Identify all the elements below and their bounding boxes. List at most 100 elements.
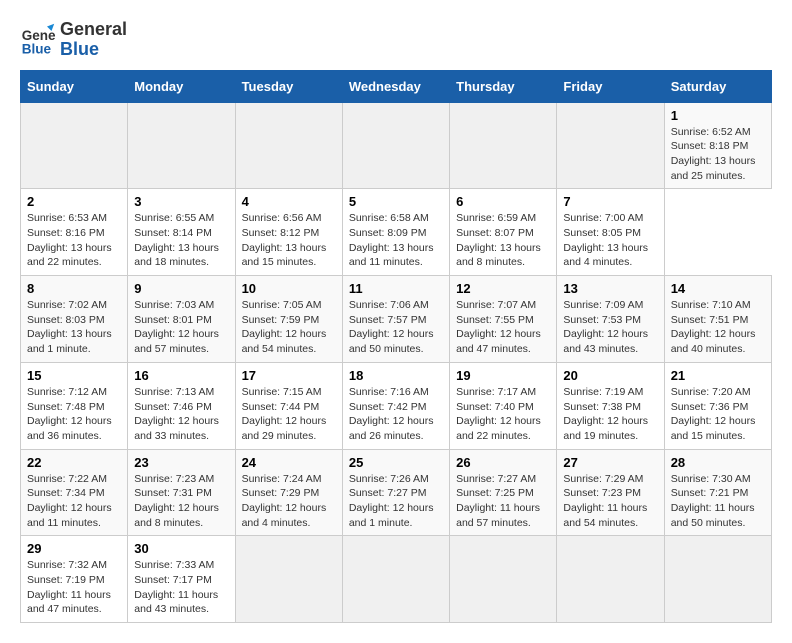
day-detail: Sunrise: 7:03 AMSunset: 8:01 PMDaylight:… — [134, 298, 228, 357]
day-number: 7 — [563, 194, 657, 209]
day-detail: Sunrise: 7:27 AMSunset: 7:25 PMDaylight:… — [456, 472, 550, 531]
day-number: 1 — [671, 108, 765, 123]
day-detail: Sunrise: 7:20 AMSunset: 7:36 PMDaylight:… — [671, 385, 765, 444]
empty-cell — [450, 102, 557, 189]
day-detail: Sunrise: 7:15 AMSunset: 7:44 PMDaylight:… — [242, 385, 336, 444]
header-thursday: Thursday — [450, 70, 557, 102]
day-cell-15: 15 Sunrise: 7:12 AMSunset: 7:48 PMDayligh… — [21, 362, 128, 449]
day-detail: Sunrise: 6:55 AMSunset: 8:14 PMDaylight:… — [134, 211, 228, 270]
day-detail: Sunrise: 7:22 AMSunset: 7:34 PMDaylight:… — [27, 472, 121, 531]
day-number: 24 — [242, 455, 336, 470]
day-number: 20 — [563, 368, 657, 383]
empty-cell — [557, 536, 664, 623]
day-cell-7: 7Sunrise: 7:00 AMSunset: 8:05 PMDaylight… — [557, 189, 664, 276]
day-detail: Sunrise: 7:26 AMSunset: 7:27 PMDaylight:… — [349, 472, 443, 531]
svg-text:Blue: Blue — [22, 41, 52, 56]
day-number: 2 — [27, 194, 121, 209]
header-monday: Monday — [128, 70, 235, 102]
day-cell-6: 6 Sunrise: 6:59 AMSunset: 8:07 PMDaylight… — [450, 189, 557, 276]
day-number: 18 — [349, 368, 443, 383]
calendar-week-6: 29 Sunrise: 7:32 AMSunset: 7:19 PMDayligh… — [21, 536, 772, 623]
day-cell-30: 30Sunrise: 7:33 AMSunset: 7:17 PMDayligh… — [128, 536, 235, 623]
day-detail: Sunrise: 7:07 AMSunset: 7:55 PMDaylight:… — [456, 298, 550, 357]
day-detail: Sunrise: 7:09 AMSunset: 7:53 PMDaylight:… — [563, 298, 657, 357]
day-number: 13 — [563, 281, 657, 296]
day-number: 4 — [242, 194, 336, 209]
day-number: 6 — [456, 194, 550, 209]
day-cell-22: 22 Sunrise: 7:22 AMSunset: 7:34 PMDayligh… — [21, 449, 128, 536]
calendar-body: 1 Sunrise: 6:52 AMSunset: 8:18 PMDaylight… — [21, 102, 772, 623]
day-detail: Sunrise: 6:56 AMSunset: 8:12 PMDaylight:… — [242, 211, 336, 270]
day-cell-10: 10 Sunrise: 7:05 AMSunset: 7:59 PMDayligh… — [235, 276, 342, 363]
day-cell-28: 28 Sunrise: 7:30 AMSunset: 7:21 PMDayligh… — [664, 449, 771, 536]
day-detail: Sunrise: 7:05 AMSunset: 7:59 PMDaylight:… — [242, 298, 336, 357]
day-cell-19: 19Sunrise: 7:17 AMSunset: 7:40 PMDayligh… — [450, 362, 557, 449]
day-cell-2: 2 Sunrise: 6:53 AMSunset: 8:16 PMDaylight… — [21, 189, 128, 276]
day-number: 10 — [242, 281, 336, 296]
header-wednesday: Wednesday — [342, 70, 449, 102]
logo-blue: Blue — [60, 40, 127, 60]
day-number: 27 — [563, 455, 657, 470]
day-number: 8 — [27, 281, 121, 296]
header-tuesday: Tuesday — [235, 70, 342, 102]
day-detail: Sunrise: 7:29 AMSunset: 7:23 PMDaylight:… — [563, 472, 657, 531]
day-cell-18: 18Sunrise: 7:16 AMSunset: 7:42 PMDayligh… — [342, 362, 449, 449]
day-cell-9: 9 Sunrise: 7:03 AMSunset: 8:01 PMDaylight… — [128, 276, 235, 363]
day-detail: Sunrise: 7:13 AMSunset: 7:46 PMDaylight:… — [134, 385, 228, 444]
logo-icon: General Blue — [20, 22, 56, 58]
calendar-week-5: 22 Sunrise: 7:22 AMSunset: 7:34 PMDayligh… — [21, 449, 772, 536]
day-cell-23: 23 Sunrise: 7:23 AMSunset: 7:31 PMDayligh… — [128, 449, 235, 536]
empty-cell — [557, 102, 664, 189]
day-number: 3 — [134, 194, 228, 209]
day-detail: Sunrise: 7:12 AMSunset: 7:48 PMDaylight:… — [27, 385, 121, 444]
day-cell-24: 24Sunrise: 7:24 AMSunset: 7:29 PMDayligh… — [235, 449, 342, 536]
day-cell-25: 25Sunrise: 7:26 AMSunset: 7:27 PMDayligh… — [342, 449, 449, 536]
day-cell-5: 5 Sunrise: 6:58 AMSunset: 8:09 PMDaylight… — [342, 189, 449, 276]
calendar-week-3: 8 Sunrise: 7:02 AMSunset: 8:03 PMDaylight… — [21, 276, 772, 363]
empty-cell — [342, 102, 449, 189]
logo-general: General — [60, 20, 127, 40]
day-number: 15 — [27, 368, 121, 383]
day-detail: Sunrise: 6:53 AMSunset: 8:16 PMDaylight:… — [27, 211, 121, 270]
day-cell-17: 17 Sunrise: 7:15 AMSunset: 7:44 PMDayligh… — [235, 362, 342, 449]
day-detail: Sunrise: 7:19 AMSunset: 7:38 PMDaylight:… — [563, 385, 657, 444]
header-saturday: Saturday — [664, 70, 771, 102]
day-number: 11 — [349, 281, 443, 296]
day-detail: Sunrise: 7:32 AMSunset: 7:19 PMDaylight:… — [27, 558, 121, 617]
empty-cell — [128, 102, 235, 189]
day-cell-1: 1 Sunrise: 6:52 AMSunset: 8:18 PMDaylight… — [664, 102, 771, 189]
calendar-header-row: SundayMondayTuesdayWednesdayThursdayFrid… — [21, 70, 772, 102]
day-detail: Sunrise: 6:59 AMSunset: 8:07 PMDaylight:… — [456, 211, 550, 270]
day-cell-11: 11 Sunrise: 7:06 AMSunset: 7:57 PMDayligh… — [342, 276, 449, 363]
day-number: 22 — [27, 455, 121, 470]
day-cell-29: 29 Sunrise: 7:32 AMSunset: 7:19 PMDayligh… — [21, 536, 128, 623]
day-number: 19 — [456, 368, 550, 383]
day-number: 5 — [349, 194, 443, 209]
day-cell-14: 14Sunrise: 7:10 AMSunset: 7:51 PMDayligh… — [664, 276, 771, 363]
page-header: General Blue General Blue — [20, 20, 772, 60]
day-detail: Sunrise: 7:33 AMSunset: 7:17 PMDaylight:… — [134, 558, 228, 617]
day-number: 17 — [242, 368, 336, 383]
day-detail: Sunrise: 6:52 AMSunset: 8:18 PMDaylight:… — [671, 125, 765, 184]
empty-cell — [235, 102, 342, 189]
day-cell-21: 21 Sunrise: 7:20 AMSunset: 7:36 PMDayligh… — [664, 362, 771, 449]
day-number: 23 — [134, 455, 228, 470]
day-number: 12 — [456, 281, 550, 296]
day-number: 29 — [27, 541, 121, 556]
header-friday: Friday — [557, 70, 664, 102]
empty-cell — [450, 536, 557, 623]
day-detail: Sunrise: 7:30 AMSunset: 7:21 PMDaylight:… — [671, 472, 765, 531]
day-detail: Sunrise: 7:06 AMSunset: 7:57 PMDaylight:… — [349, 298, 443, 357]
day-detail: Sunrise: 7:02 AMSunset: 8:03 PMDaylight:… — [27, 298, 121, 357]
day-number: 21 — [671, 368, 765, 383]
day-detail: Sunrise: 7:23 AMSunset: 7:31 PMDaylight:… — [134, 472, 228, 531]
day-cell-4: 4 Sunrise: 6:56 AMSunset: 8:12 PMDaylight… — [235, 189, 342, 276]
empty-cell — [342, 536, 449, 623]
calendar-week-4: 15 Sunrise: 7:12 AMSunset: 7:48 PMDayligh… — [21, 362, 772, 449]
day-cell-27: 27 Sunrise: 7:29 AMSunset: 7:23 PMDayligh… — [557, 449, 664, 536]
day-number: 28 — [671, 455, 765, 470]
calendar-week-1: 1 Sunrise: 6:52 AMSunset: 8:18 PMDaylight… — [21, 102, 772, 189]
day-detail: Sunrise: 6:58 AMSunset: 8:09 PMDaylight:… — [349, 211, 443, 270]
day-number: 9 — [134, 281, 228, 296]
day-cell-16: 16Sunrise: 7:13 AMSunset: 7:46 PMDayligh… — [128, 362, 235, 449]
